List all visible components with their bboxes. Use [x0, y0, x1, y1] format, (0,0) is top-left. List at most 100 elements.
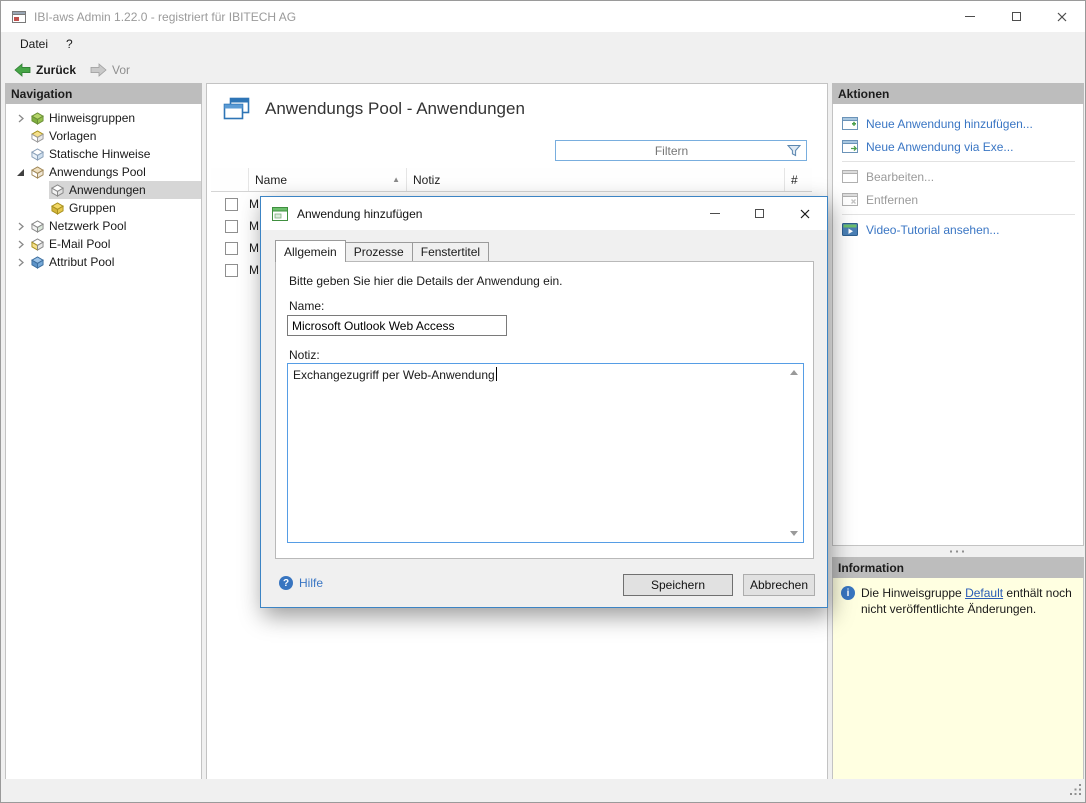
sidebar-item-label: Vorlagen [49, 129, 96, 143]
sidebar-item-label: Anwendungen [69, 183, 146, 197]
minimize-button[interactable] [947, 1, 993, 32]
close-button[interactable] [1039, 1, 1085, 32]
name-input[interactable] [287, 315, 507, 336]
filter-input[interactable] [556, 141, 787, 160]
action-remove[interactable]: Entfernen [842, 188, 1083, 211]
tab-allgemein[interactable]: Allgemein [275, 240, 346, 262]
column-header-name[interactable]: Name ▲ [249, 168, 407, 191]
sidebar-item-netzwerk-pool[interactable]: Netzwerk Pool [6, 217, 201, 235]
chevron-right-icon[interactable] [11, 114, 29, 123]
tab-prozesse[interactable]: Prozesse [346, 242, 413, 261]
actions-panel: Aktionen Neue Anwendung hinzufügen... Ne… [832, 83, 1084, 546]
help-link[interactable]: ? Hilfe [279, 576, 323, 590]
chevron-down-icon[interactable] [11, 168, 29, 177]
cancel-button[interactable]: Abbrechen [743, 574, 815, 596]
application-pool-icon [31, 166, 44, 179]
minimize-icon [965, 16, 975, 17]
row-name: M [249, 197, 259, 211]
navigation-header: Navigation [5, 83, 202, 104]
filter-funnel-icon[interactable] [787, 144, 801, 157]
row-checkbox[interactable] [225, 242, 238, 255]
notiz-textarea[interactable]: Exchangezugriff per Web-Anwendung [287, 363, 804, 543]
sidebar-item-label: Anwendungs Pool [49, 165, 146, 179]
chevron-right-icon[interactable] [11, 222, 29, 231]
actions-separator [842, 214, 1075, 215]
actions-separator [842, 161, 1075, 162]
action-label: Video-Tutorial ansehen... [866, 223, 999, 237]
action-label: Neue Anwendung via Exe... [866, 140, 1013, 154]
splitter-grip-icon [950, 550, 966, 553]
minimize-icon [710, 213, 720, 214]
default-group-link[interactable]: Default [965, 586, 1003, 600]
sidebar-item-attribut-pool[interactable]: Attribut Pool [6, 253, 201, 271]
maximize-button[interactable] [993, 1, 1039, 32]
text-caret [496, 367, 497, 381]
action-new-application-via-exe[interactable]: Neue Anwendung via Exe... [842, 135, 1083, 158]
sidebar-item-label: Netzwerk Pool [49, 219, 126, 233]
action-video-tutorial[interactable]: Video-Tutorial ansehen... [842, 218, 1083, 241]
back-button[interactable]: Zurück [8, 61, 82, 79]
close-icon [800, 209, 810, 219]
dialog-close-button[interactable] [782, 197, 827, 230]
new-application-exe-icon [842, 140, 858, 153]
dialog-tab-strip: Allgemein Prozesse Fenstertitel [275, 240, 489, 261]
save-button[interactable]: Speichern [623, 574, 733, 596]
sidebar-item-label: Hinweisgruppen [49, 111, 135, 125]
action-new-application[interactable]: Neue Anwendung hinzufügen... [842, 112, 1083, 135]
sidebar-item-email-pool[interactable]: E-Mail Pool [6, 235, 201, 253]
help-label: Hilfe [299, 576, 323, 590]
add-application-dialog: Anwendung hinzufügen Allgemein Prozesse … [260, 196, 828, 608]
app-icon [11, 9, 27, 25]
action-edit[interactable]: Bearbeiten... [842, 165, 1083, 188]
column-label: Notiz [413, 173, 440, 187]
add-application-dialog-icon [272, 207, 288, 221]
sidebar-item-anwendungen[interactable]: Anwendungen [6, 181, 201, 199]
dialog-maximize-button[interactable] [737, 197, 782, 230]
sidebar-item-label: Gruppen [69, 201, 116, 215]
chevron-right-icon[interactable] [11, 258, 29, 267]
sidebar-item-hinweisgruppen[interactable]: Hinweisgruppen [6, 109, 201, 127]
hint-groups-icon [31, 112, 44, 125]
row-checkbox[interactable] [225, 264, 238, 277]
sidebar-item-vorlagen[interactable]: Vorlagen [6, 127, 201, 145]
forward-label: Vor [112, 63, 130, 77]
menu-bar: Datei ? [1, 32, 82, 56]
column-header-count[interactable]: # [785, 168, 812, 191]
groups-icon [51, 202, 64, 215]
row-checkbox[interactable] [225, 198, 238, 211]
action-label: Entfernen [866, 193, 918, 207]
select-all-column[interactable] [211, 168, 249, 191]
table-header-row: Name ▲ Notiz # [211, 168, 812, 192]
sidebar-item-statische-hinweise[interactable]: Statische Hinweise [6, 145, 201, 163]
panel-splitter[interactable] [832, 546, 1084, 557]
chevron-right-icon[interactable] [11, 240, 29, 249]
column-header-notiz[interactable]: Notiz [407, 168, 785, 191]
back-label: Zurück [36, 63, 76, 77]
tab-fenstertitel[interactable]: Fenstertitel [413, 242, 489, 261]
applications-header-icon [223, 97, 250, 121]
row-checkbox[interactable] [225, 220, 238, 233]
sidebar-item-label: E-Mail Pool [49, 237, 110, 251]
name-field-label: Name: [289, 299, 324, 313]
status-bar [1, 779, 1085, 802]
dialog-minimize-button[interactable] [692, 197, 737, 230]
dialog-title-bar: Anwendung hinzufügen [261, 197, 827, 230]
actions-header: Aktionen [832, 83, 1084, 104]
title-bar: IBI-aws Admin 1.22.0 - registriert für I… [1, 1, 1085, 32]
scroll-down-icon[interactable] [790, 531, 798, 536]
menu-datei[interactable]: Datei [11, 34, 57, 54]
forward-button[interactable]: Vor [84, 61, 136, 79]
menu-help[interactable]: ? [57, 34, 82, 54]
help-icon: ? [279, 576, 293, 590]
attribute-pool-icon [31, 256, 44, 269]
resize-grip[interactable] [1070, 784, 1082, 799]
filter-field [555, 140, 807, 161]
static-hints-icon [31, 148, 44, 161]
video-tutorial-icon [842, 223, 858, 236]
dialog-tab-page: Bitte geben Sie hier die Details der Anw… [275, 261, 814, 559]
sidebar-item-anwendungs-pool[interactable]: Anwendungs Pool [6, 163, 201, 181]
information-header: Information [832, 557, 1084, 578]
scroll-up-icon[interactable] [790, 370, 798, 375]
notiz-field-label: Notiz: [289, 348, 320, 362]
sidebar-item-gruppen[interactable]: Gruppen [6, 199, 201, 217]
